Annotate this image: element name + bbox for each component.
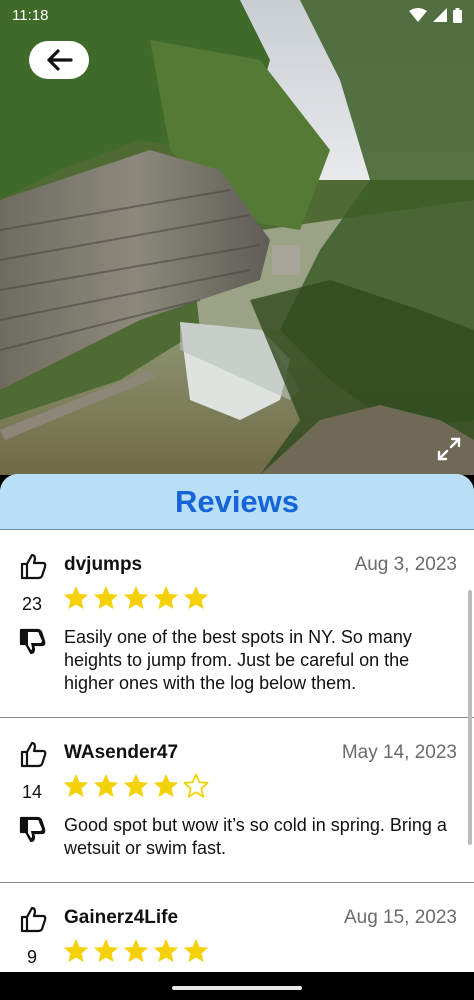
expand-icon [437, 437, 461, 461]
upvote-button[interactable] [18, 905, 48, 938]
star-rating [63, 938, 209, 963]
upvote-button[interactable] [18, 552, 48, 585]
star-filled-icon [64, 774, 88, 797]
expand-photo-button[interactable] [436, 436, 462, 462]
review-item: 9 Gainerz4Life Aug 15, 2023 [0, 883, 474, 974]
downvote-button[interactable] [18, 628, 48, 661]
thumbs-up-icon [20, 741, 47, 768]
status-bar: 11:18 [0, 0, 474, 30]
vote-count: 9 [26, 947, 37, 967]
arrow-left-icon [47, 49, 73, 71]
thumbs-up-icon [20, 906, 47, 933]
review-item: 23 dvjumps Aug 3, 2023 Easily one of the… [0, 530, 474, 718]
wifi-icon [409, 8, 427, 22]
home-handle[interactable] [172, 986, 302, 990]
star-filled-icon [124, 774, 148, 797]
status-icons [409, 7, 462, 23]
star-filled-icon [64, 939, 88, 962]
review-text: Easily one of the best spots in NY. So m… [64, 627, 412, 693]
reviews-title: Reviews [174, 483, 300, 519]
signal-icon [433, 8, 447, 22]
star-rating [63, 773, 209, 798]
navigation-bar [0, 972, 474, 1000]
star-filled-icon [154, 774, 178, 797]
star-empty-icon [183, 773, 209, 798]
star-filled-icon [124, 586, 148, 609]
vote-count: 14 [21, 782, 43, 802]
star-filled-icon [94, 774, 118, 797]
review-date: Aug 15, 2023 [343, 907, 457, 928]
reviews-panel: Reviews 23 dvjumps Aug 3, 2023 Easily on… [0, 474, 474, 974]
battery-icon [453, 7, 462, 23]
star-filled-icon [94, 939, 118, 962]
location-photo: 11:18 [0, 0, 474, 475]
star-filled-icon [154, 939, 178, 962]
star-filled-icon [64, 586, 88, 609]
thumbs-down-icon [19, 628, 46, 655]
thumbs-up-icon [20, 553, 47, 580]
scrollbar[interactable] [468, 590, 472, 845]
star-filled-icon [154, 586, 178, 609]
vote-count: 23 [21, 594, 43, 614]
star-filled-icon [94, 586, 118, 609]
review-username: WAsender47 [64, 742, 179, 763]
upvote-button[interactable] [18, 740, 48, 773]
review-username: Gainerz4Life [64, 907, 179, 928]
star-filled-icon [184, 586, 208, 609]
review-date: May 14, 2023 [341, 742, 457, 763]
status-time: 11:18 [12, 6, 49, 24]
star-rating [63, 585, 209, 610]
review-username: dvjumps [64, 554, 143, 575]
review-item: 14 WAsender47 May 14, 2023 Good spot but… [0, 718, 474, 883]
review-text: Good spot but wow it’s so cold in spring… [64, 815, 447, 858]
downvote-button[interactable] [18, 816, 48, 849]
star-filled-icon [124, 939, 148, 962]
thumbs-down-icon [19, 816, 46, 843]
star-filled-icon [184, 939, 208, 962]
reviews-header: Reviews [0, 474, 474, 530]
back-button[interactable] [29, 41, 89, 79]
review-date: Aug 3, 2023 [354, 554, 457, 575]
